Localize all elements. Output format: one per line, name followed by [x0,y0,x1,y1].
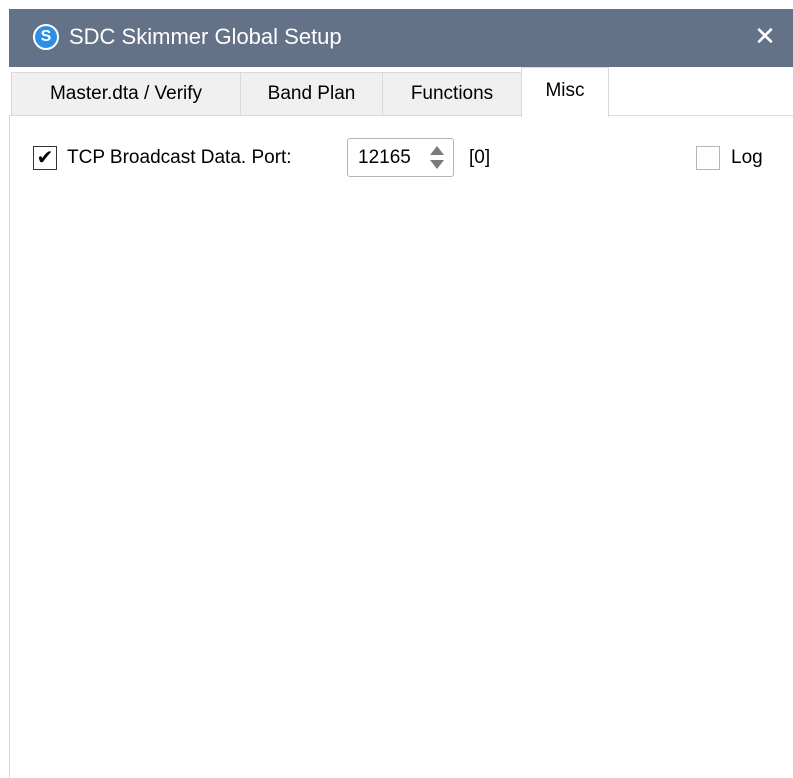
title-bar[interactable]: S SDC Skimmer Global Setup ✕ [9,9,793,67]
tcp-broadcast-checkbox[interactable]: ✔ [33,146,57,170]
misc-panel [9,116,793,778]
tab-functions[interactable]: Functions [382,72,522,115]
tab-master-dta-verify[interactable]: Master.dta / Verify [11,72,241,115]
app-logo-icon: S [33,24,59,50]
spin-up-icon[interactable] [430,146,444,155]
port-spinner[interactable]: 12165 [347,138,454,177]
log-label: Log [731,147,763,168]
tab-misc[interactable]: Misc [521,67,609,117]
connection-count: [0] [469,147,491,168]
port-value[interactable]: 12165 [358,147,411,169]
setup-window: S SDC Skimmer Global Setup ✕ Master.dta … [0,0,793,778]
log-checkbox[interactable] [696,146,720,170]
spinner-arrows[interactable] [426,142,450,173]
tab-band-plan[interactable]: Band Plan [240,72,383,115]
tcp-broadcast-label: TCP Broadcast Data. Port: [67,147,292,168]
spin-down-icon[interactable] [430,160,444,169]
window-title: SDC Skimmer Global Setup [69,24,342,49]
close-icon[interactable]: ✕ [751,21,779,51]
